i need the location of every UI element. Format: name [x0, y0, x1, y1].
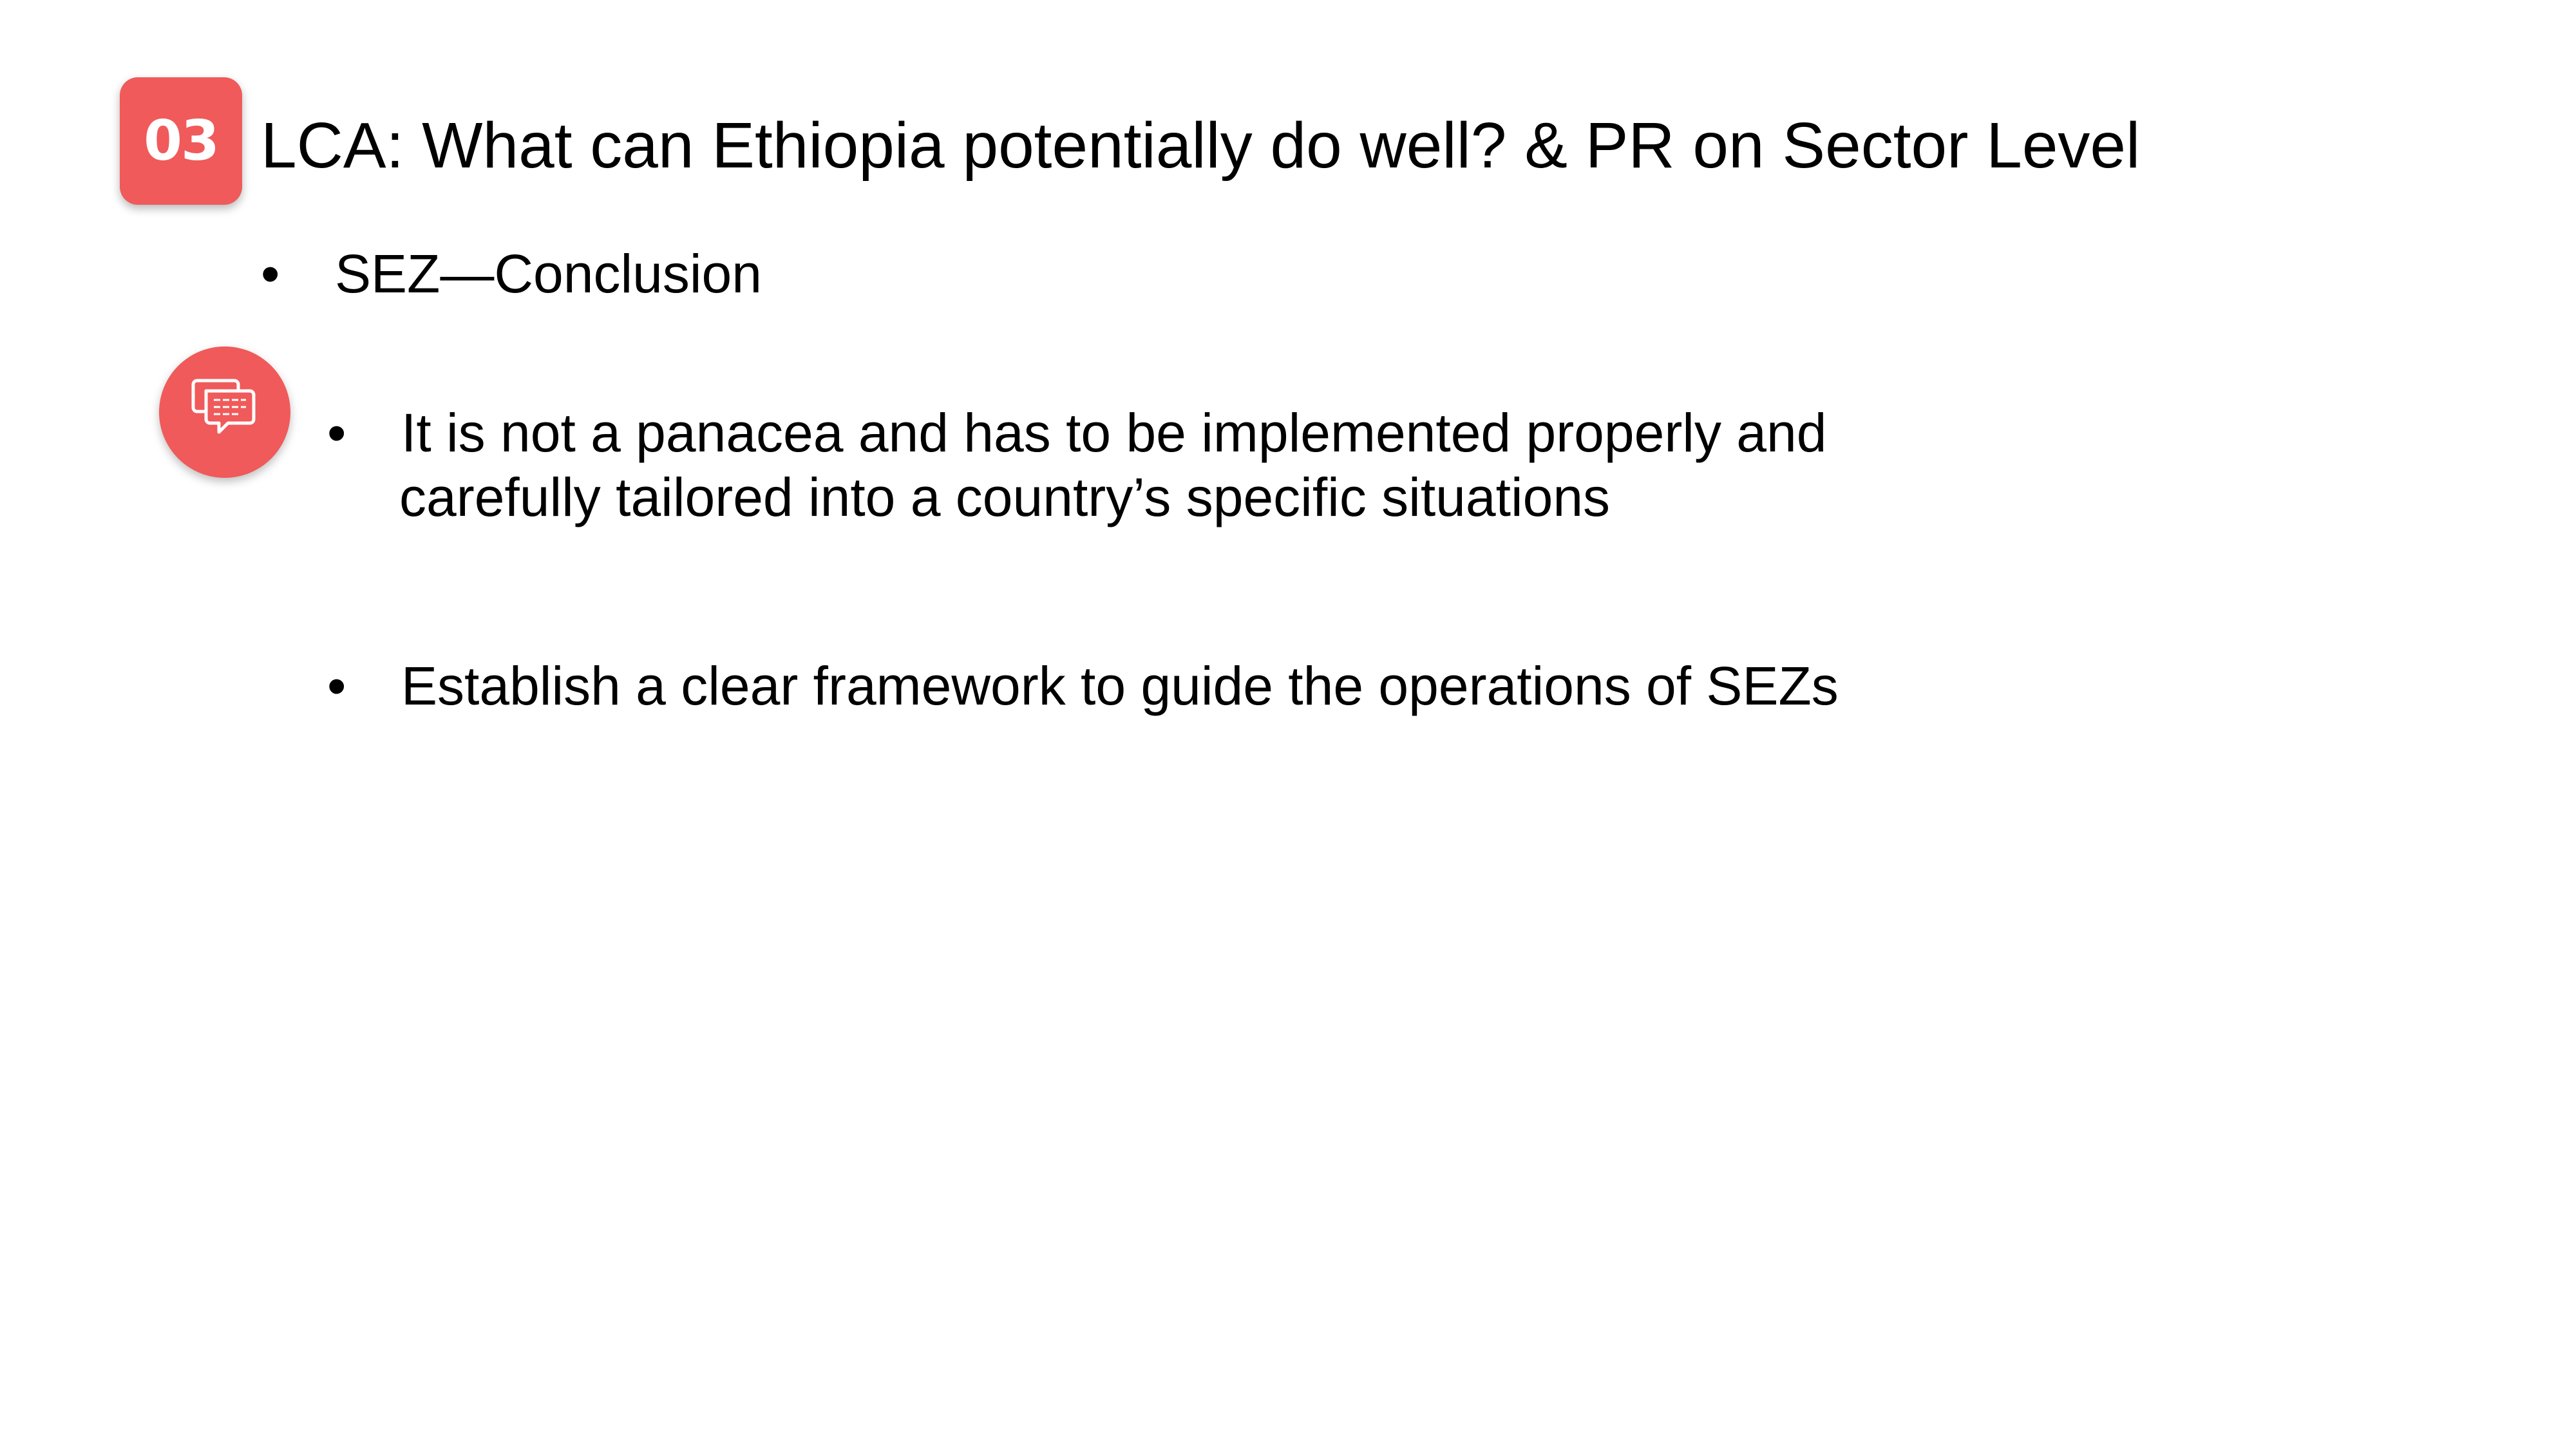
bullet-point-line: carefully tailored into a country’s spec… — [399, 467, 1611, 527]
bullet-point-line: Establish a clear framework to guide the… — [401, 656, 1839, 716]
section-number-badge: 03 — [120, 77, 242, 205]
comment-badge[interactable] — [159, 346, 290, 478]
bullet-marker: • — [327, 402, 346, 463]
bullet-marker: • — [261, 243, 280, 304]
bullet-heading-text: SEZ—Conclusion — [335, 243, 762, 304]
section-number: 03 — [144, 109, 220, 173]
bullet-marker: • — [327, 656, 346, 716]
speech-bubbles-icon — [191, 379, 256, 434]
bullet-point-line: It is not a panacea and has to be implem… — [401, 402, 1827, 463]
slide-title: LCA: What can Ethiopia potentially do we… — [261, 109, 2141, 182]
